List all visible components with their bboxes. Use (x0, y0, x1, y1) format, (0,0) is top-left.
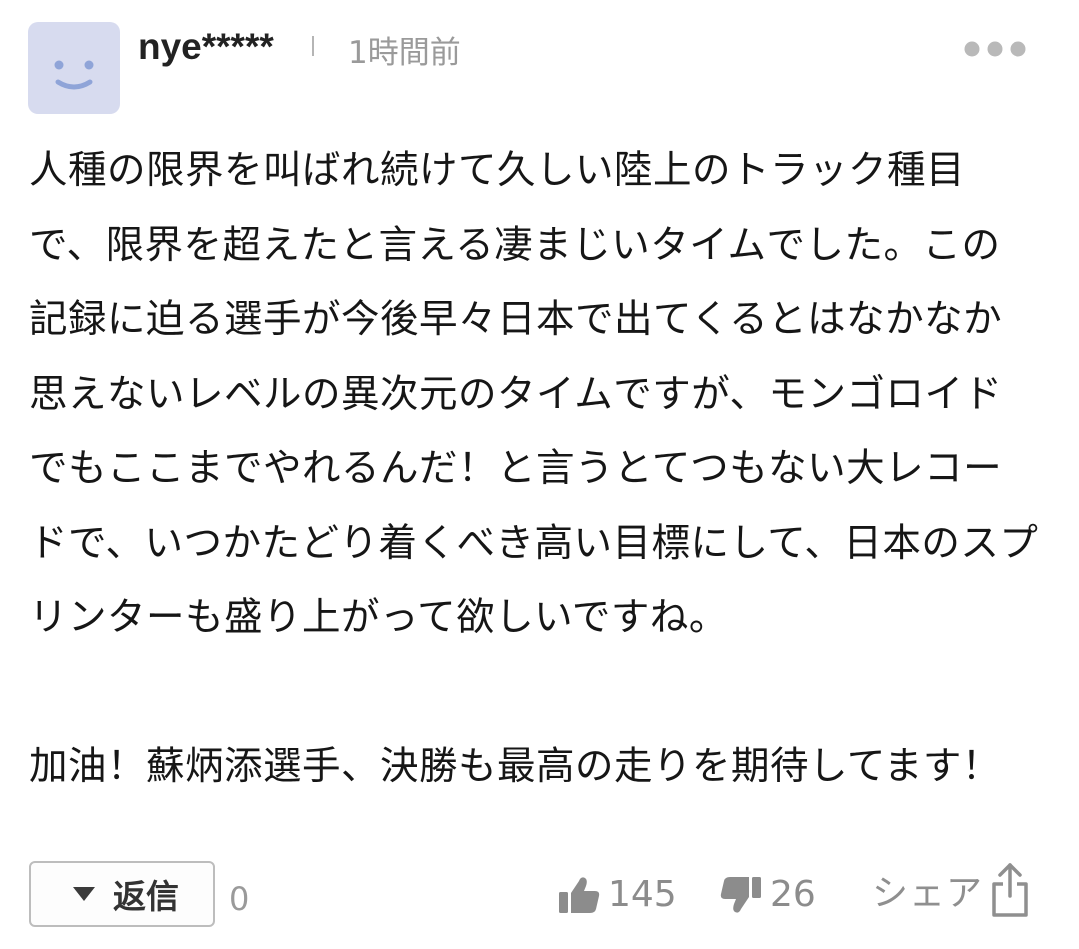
reply-button[interactable]: 返信 (29, 861, 215, 927)
like-count: 145 (608, 874, 677, 915)
username[interactable]: nye***** (138, 26, 274, 68)
comment-body: 人種の限界を叫ばれ続けて久しい陸上のトラック種目で、限界を超えたと言える凄まじい… (29, 134, 1039, 805)
thumbs-up-icon (559, 876, 600, 913)
more-options-button[interactable] (962, 38, 1028, 60)
comment-paragraph: 加油！蘇炳添選手、決勝も最高の走りを期待してます！ (29, 744, 1001, 789)
reply-count: 0 (229, 880, 250, 918)
smiley-face-icon (54, 60, 94, 90)
comment-paragraph: 人種の限界を叫ばれ続けて久しい陸上のトラック種目で、限界を超えたと言える凄まじい… (29, 148, 1039, 640)
avatar[interactable] (28, 22, 120, 114)
like-button[interactable]: 145 (558, 874, 677, 915)
share-button[interactable]: シェア (872, 862, 1029, 918)
share-icon (992, 863, 1028, 917)
more-dots-icon (964, 41, 1026, 57)
dislike-button[interactable]: 26 (720, 874, 816, 915)
header-divider (312, 36, 314, 56)
triangle-down-icon (73, 887, 95, 901)
reply-button-label: 返信 (113, 877, 179, 916)
thumbs-down-icon (720, 876, 761, 913)
share-label: シェア (872, 873, 984, 914)
timestamp: 1時間前 (348, 35, 461, 71)
dislike-count: 26 (770, 874, 816, 915)
